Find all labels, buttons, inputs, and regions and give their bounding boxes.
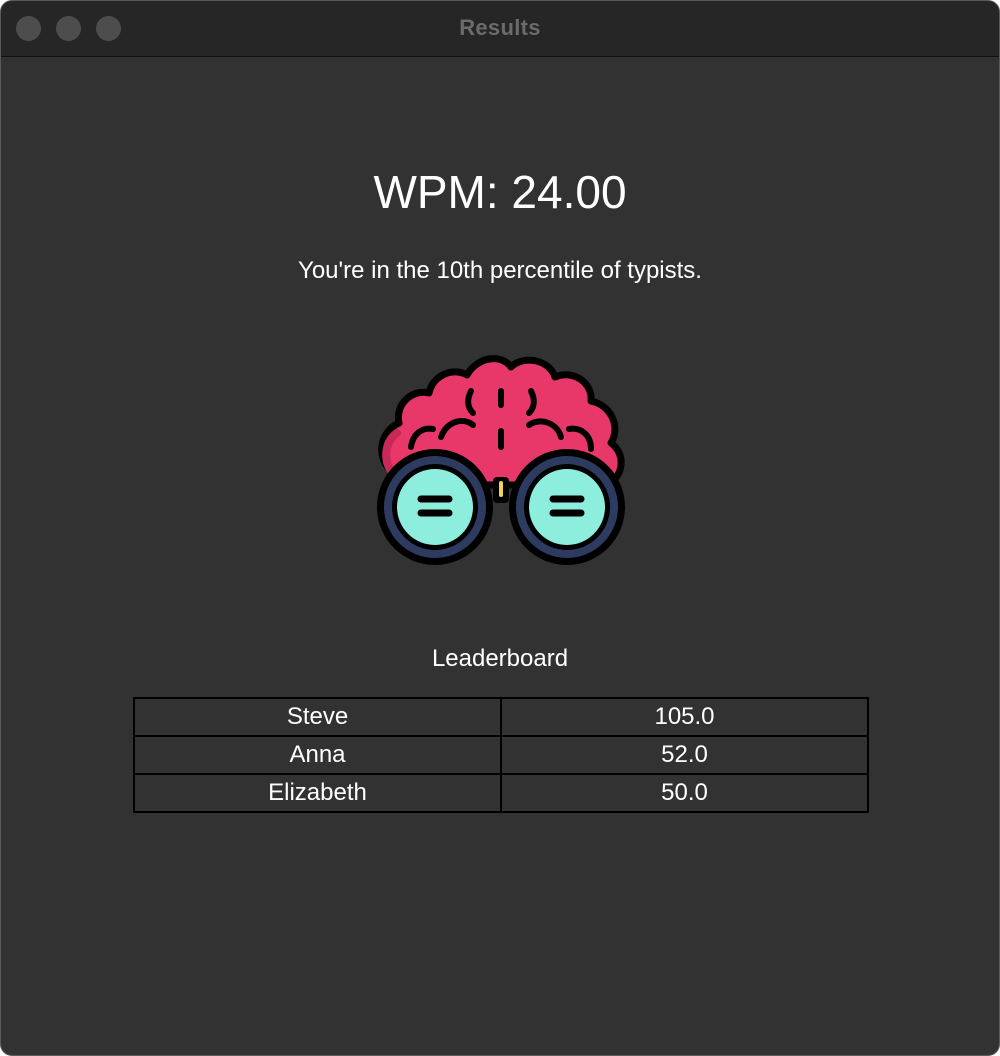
window-title: Results [459,15,541,40]
results-content: WPM: 24.00 You're in the 10th percentile… [1,57,999,1055]
table-row: Elizabeth 50.0 [135,775,867,811]
leaderboard-name: Elizabeth [135,775,500,811]
left-lens-icon [377,449,493,565]
title-bar[interactable]: Results [1,1,999,57]
leaderboard-score: 52.0 [502,737,867,773]
leaderboard-score: 105.0 [502,699,867,735]
nerd-brain-glasses-icon [377,355,625,565]
leaderboard-score: 50.0 [502,775,867,811]
leaderboard-title: Leaderboard [431,645,569,672]
results-window: Results WPM: 24.00 You're in the 10th pe… [0,0,1000,1056]
leaderboard-table: Steve 105.0 Anna 52.0 Elizabeth 50.0 [133,697,869,813]
leaderboard-name: Steve [135,699,500,735]
table-row: Steve 105.0 [135,699,867,735]
percentile-text: You're in the 10th percentile of typists… [298,257,702,284]
leaderboard-name: Anna [135,737,500,773]
table-row: Anna 52.0 [135,737,867,773]
right-lens-icon [509,449,625,565]
wpm-score: WPM: 24.00 [373,166,627,218]
